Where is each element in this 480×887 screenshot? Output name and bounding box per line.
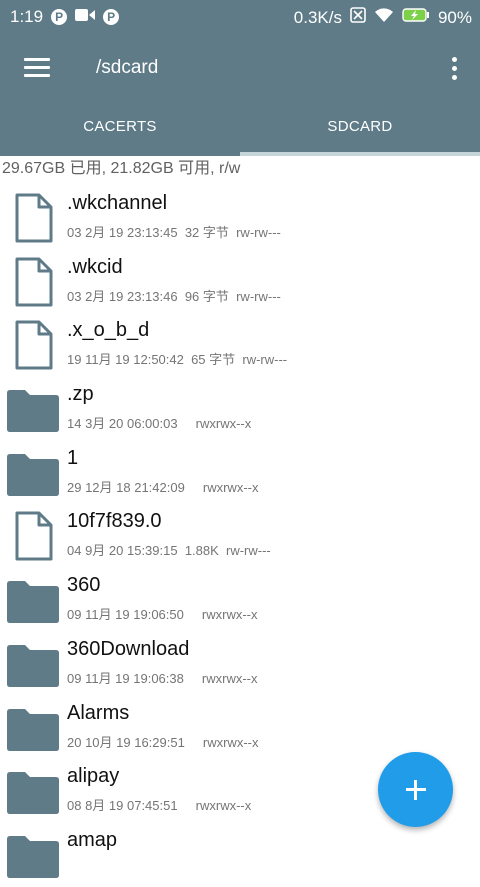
file-icon xyxy=(5,510,61,562)
file-meta: 03 2月 19 23:13:46 96 字节 rw-rw--- xyxy=(67,288,281,304)
file-name: .x_o_b_d xyxy=(67,319,150,342)
file-name: Alarms xyxy=(67,701,130,724)
more-options-icon[interactable] xyxy=(450,57,458,83)
app-bar: /sdcard xyxy=(0,34,480,104)
folder-icon xyxy=(5,702,61,754)
file-list-item[interactable]: 360 09 11月 19 19:06:50 rwxrwx--x xyxy=(0,568,480,632)
notification-p-icon-2: P xyxy=(103,9,120,25)
file-meta: 29 12月 18 21:42:09 rwxrwx--x xyxy=(67,479,259,495)
file-list-item[interactable]: 360Download 09 11月 19 19:06:38 rwxrwx--x xyxy=(0,632,480,696)
file-name: 10f7f839.0 xyxy=(67,510,162,533)
tab-bar: CACERTS SDCARD xyxy=(0,104,480,156)
battery-charging-icon xyxy=(402,7,430,28)
status-time: 1:19 xyxy=(10,7,44,26)
file-meta: 19 11月 19 12:50:42 65 字节 rw-rw--- xyxy=(67,352,288,368)
selected-tab-indicator xyxy=(240,152,480,156)
plus-icon-vertical xyxy=(414,780,417,800)
file-list-item[interactable]: amap xyxy=(0,823,480,887)
file-list-item[interactable]: Alarms 20 10月 19 16:29:51 rwxrwx--x xyxy=(0,696,480,760)
file-name: 360 xyxy=(67,574,101,597)
file-meta: 03 2月 19 23:13:45 32 字节 rw-rw--- xyxy=(67,225,281,240)
folder-icon xyxy=(5,829,61,881)
file-meta: 09 11月 19 19:06:50 rwxrwx--x xyxy=(67,607,258,623)
file-icon xyxy=(5,319,61,371)
tab-cacerts[interactable]: CACERTS xyxy=(0,104,240,156)
current-path-title: /sdcard xyxy=(96,57,159,78)
folder-icon xyxy=(5,383,61,435)
file-name: alipay xyxy=(67,765,120,788)
file-meta: 09 11月 19 19:06:38 rwxrwx--x xyxy=(67,670,258,686)
file-list-item[interactable]: .wkchannel 03 2月 19 23:13:45 32 字节 rw-rw-… xyxy=(0,186,480,250)
notification-p-icon: P xyxy=(51,9,68,25)
folder-icon xyxy=(5,447,61,499)
file-list-item[interactable]: .x_o_b_d 19 11月 19 12:50:42 65 字节 rw-rw--… xyxy=(0,313,480,377)
file-meta: 20 10月 19 16:29:51 rwxrwx--x xyxy=(67,734,259,750)
file-icon xyxy=(5,256,61,308)
file-list-item[interactable]: 10f7f839.0 04 9月 20 15:39:15 1.88K rw-rw-… xyxy=(0,504,480,568)
file-name: 1 xyxy=(67,446,79,469)
folder-icon xyxy=(5,574,61,626)
file-meta: 08 8月 19 07:45:51 rwxrwx--x xyxy=(67,798,252,814)
folder-icon xyxy=(5,638,61,690)
file-name: amap xyxy=(67,828,118,851)
file-meta: 04 9月 20 15:39:15 1.88K rw-rw--- xyxy=(67,543,271,559)
file-name: .zp xyxy=(67,383,94,406)
storage-info: 29.67GB 已用, 21.82GB 可用, r/w xyxy=(2,160,241,177)
file-name: .wkcid xyxy=(67,255,123,278)
file-meta: 14 3月 20 06:00:03 rwxrwx--x xyxy=(67,416,252,432)
add-fab-button[interactable] xyxy=(378,752,453,827)
file-list-item[interactable]: 1 29 12月 18 21:42:09 rwxrwx--x xyxy=(0,441,480,505)
status-bar: 1:19 P P 0.3K/s 90% xyxy=(0,0,480,34)
tab-sdcard[interactable]: SDCARD xyxy=(240,104,480,156)
file-list-item[interactable]: .wkcid 03 2月 19 23:13:46 96 字节 rw-rw--- xyxy=(0,250,480,314)
battery-level: 90% xyxy=(437,7,472,27)
file-icon xyxy=(5,192,61,244)
folder-icon xyxy=(5,765,61,817)
file-name: .wkchannel xyxy=(67,192,168,214)
file-list-item[interactable]: .zp 14 3月 20 06:00:03 rwxrwx--x xyxy=(0,377,480,441)
sim-off-icon xyxy=(350,7,366,28)
wifi-icon xyxy=(374,7,394,28)
network-speed: 0.3K/s xyxy=(293,7,342,27)
video-icon xyxy=(75,7,96,27)
menu-icon[interactable] xyxy=(24,58,50,78)
file-name: 360Download xyxy=(67,637,190,660)
